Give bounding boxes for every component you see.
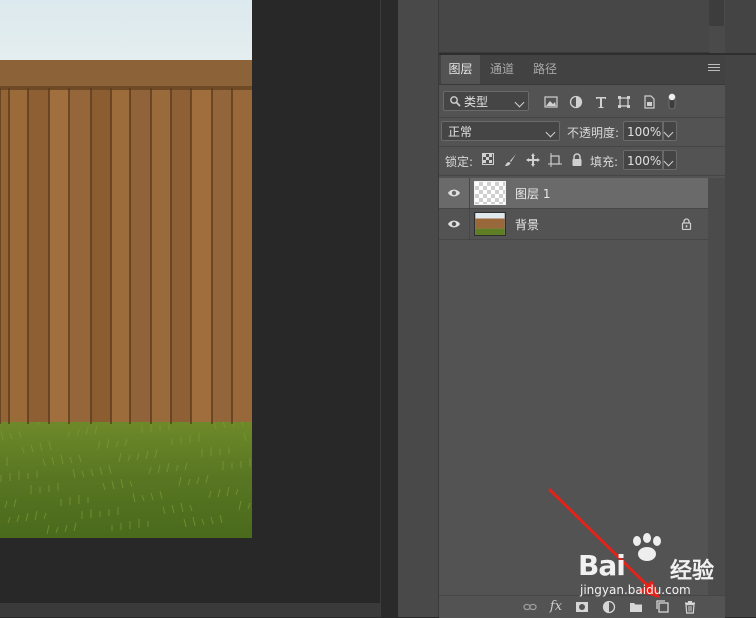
lock-icon [681, 218, 692, 230]
lock-all-icon[interactable] [570, 153, 584, 167]
type-filter-icon[interactable] [594, 95, 608, 109]
canvas-image[interactable] [0, 0, 252, 538]
layer-filter-row: 类型 [439, 89, 725, 117]
fence-plank [0, 90, 9, 422]
row-divider [469, 178, 470, 208]
filter-toggle-icon[interactable] [667, 91, 677, 111]
fence-plank [69, 90, 91, 422]
opacity-input[interactable]: 100% [623, 121, 663, 141]
lock-artboard-icon[interactable] [548, 153, 562, 167]
fence-plank [212, 90, 232, 422]
lock-row: 锁定: 填充: 100% [439, 149, 725, 173]
horizontal-scrollbar[interactable] [0, 603, 380, 617]
upper-panel-scrollbar[interactable] [709, 0, 724, 26]
fill-input[interactable]: 100% [623, 150, 663, 170]
lock-image-pixels-icon[interactable] [504, 153, 518, 167]
divider [439, 175, 725, 176]
fence-photo [0, 0, 252, 538]
upper-panel-content [439, 0, 709, 53]
layer-name[interactable]: 图层 1 [515, 185, 550, 202]
lock-position-icon[interactable] [526, 153, 540, 167]
watermark-brand: Bai [578, 549, 626, 582]
layer-thumbnail-transparent [474, 181, 506, 205]
fence-plank [9, 90, 28, 422]
visibility-eye-icon[interactable] [447, 219, 461, 229]
fence-plank [28, 90, 49, 422]
paw-logo-icon [633, 533, 661, 561]
layer-row-layer1[interactable]: 图层 1 [439, 178, 708, 209]
fence-plank [49, 90, 69, 422]
opacity-label: 不透明度: [567, 126, 620, 140]
blend-row: 正常 不透明度: 100% [439, 120, 725, 144]
lock-label: 锁定: [445, 155, 474, 169]
filter-kind-label: 类型 [464, 95, 489, 109]
layer-name[interactable]: 背景 [515, 216, 539, 233]
blend-mode-dropdown[interactable]: 正常 [441, 121, 560, 141]
right-panel-edge [725, 0, 756, 617]
blend-mode-value: 正常 [448, 125, 473, 139]
layers-panel-tabbar: 图层 通道 路径 [439, 55, 725, 85]
smart-object-filter-icon[interactable] [642, 95, 656, 109]
panel-menu-icon[interactable] [708, 64, 720, 73]
fence-plank [91, 90, 111, 422]
search-icon [450, 96, 461, 107]
tab-layers[interactable]: 图层 [441, 55, 480, 84]
fence-plank [171, 90, 191, 422]
link-icon[interactable] [523, 600, 537, 614]
lock-transparent-pixels-icon[interactable] [482, 153, 494, 165]
fence-plank [111, 90, 130, 422]
tab-channels[interactable]: 通道 [483, 55, 521, 84]
fence-plank [151, 90, 171, 422]
layer-row-background[interactable]: 背景 [439, 209, 708, 240]
fence-plank [232, 90, 252, 422]
divider [439, 146, 725, 147]
watermark-brand-cn: 经验 [670, 559, 715, 584]
pixel-filter-icon[interactable] [544, 95, 558, 109]
layer-thumbnail-background [474, 212, 506, 236]
shape-filter-icon[interactable] [617, 95, 631, 109]
collapsed-panel-rail [398, 0, 439, 617]
watermark-url: jingyan.baidu.com [580, 583, 691, 597]
divider [439, 117, 725, 118]
trash-icon[interactable] [683, 600, 697, 614]
visibility-eye-icon[interactable] [447, 188, 461, 198]
row-divider [469, 209, 470, 239]
panel-gutter [380, 0, 399, 617]
opacity-dropdown-button[interactable] [663, 121, 677, 141]
baidu-jingyan-watermark: Bai 经验 jingyan.baidu.com [578, 533, 728, 601]
fence-plank [191, 90, 212, 422]
tab-paths[interactable]: 路径 [525, 55, 565, 84]
filter-kind-dropdown[interactable]: 类型 [443, 91, 529, 111]
fence-plank [130, 90, 151, 422]
adjustment-filter-icon[interactable] [569, 95, 583, 109]
fill-label: 填充: [590, 155, 619, 169]
fill-dropdown-button[interactable] [663, 150, 677, 170]
